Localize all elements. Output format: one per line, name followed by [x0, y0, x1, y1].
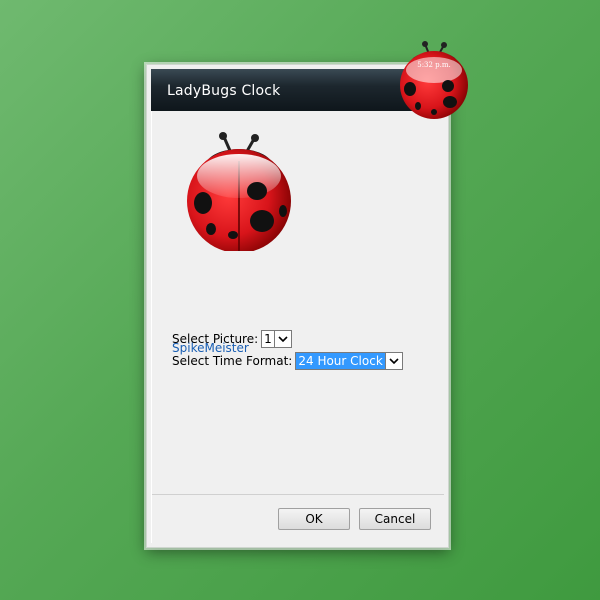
ladybug-preview-image	[187, 132, 291, 251]
chevron-down-icon[interactable]	[384, 353, 402, 369]
author-link[interactable]: SpikeMeister	[172, 341, 249, 355]
ladybug-clock-gadget[interactable]: 5:32 p.m.	[398, 40, 470, 120]
dialog-content: Select Picture: 1 Select Time Format: 24…	[151, 111, 444, 543]
time-format-select[interactable]: 24 Hour Clock	[295, 352, 403, 370]
select-time-format-label: Select Time Format:	[172, 354, 293, 368]
time-format-select-value: 24 Hour Clock	[296, 353, 385, 369]
cancel-button[interactable]: Cancel	[359, 508, 431, 530]
picture-select[interactable]: 1	[261, 330, 292, 348]
dialog-title: LadyBugs Clock	[167, 83, 281, 99]
ladybug-gadget-icon	[400, 41, 468, 119]
gadget-time: 5:32 p.m.	[417, 61, 451, 69]
chevron-down-icon[interactable]	[273, 331, 291, 347]
picture-select-value: 1	[264, 332, 272, 346]
footer-divider	[152, 494, 444, 495]
settings-dialog: LadyBugs Clock Select Picture: 1 Select …	[146, 64, 449, 548]
ok-button[interactable]: OK	[278, 508, 350, 530]
